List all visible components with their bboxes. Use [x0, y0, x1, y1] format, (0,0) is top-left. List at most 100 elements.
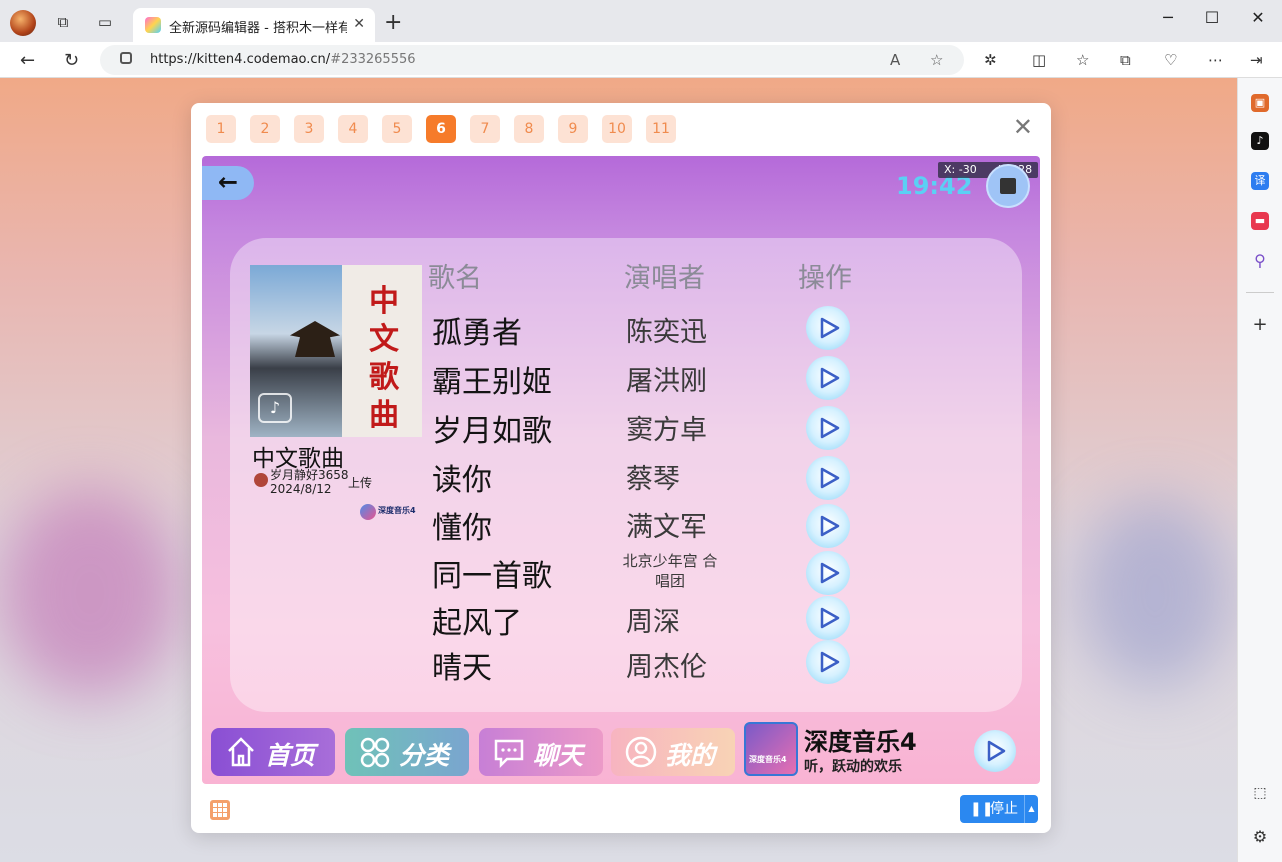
play-icon [820, 367, 840, 389]
new-tab-icon[interactable]: + [384, 10, 402, 35]
caret-up-icon[interactable]: ▲ [1024, 795, 1038, 823]
settings-button[interactable] [986, 164, 1030, 208]
nav-category[interactable]: 分类 [345, 728, 469, 776]
nav-chat[interactable]: 聊天 [479, 728, 603, 776]
play-button[interactable] [806, 306, 850, 350]
play-icon [820, 317, 840, 339]
header-action: 操作 [798, 263, 852, 294]
lock-icon[interactable] [120, 52, 132, 64]
music-note-icon: ♪ [258, 393, 292, 423]
screenshot-icon[interactable]: ⬚ [1251, 784, 1269, 802]
search-icon[interactable]: ⚲ [1251, 252, 1269, 270]
profile-icon[interactable] [10, 10, 36, 36]
grid-icon[interactable] [210, 800, 230, 820]
chat-icon [494, 739, 524, 769]
album-cover: 中文歌曲 ♪ [250, 265, 422, 437]
more-icon[interactable]: ⋯ [1208, 51, 1223, 69]
pagoda-image [290, 321, 340, 357]
refresh-icon[interactable]: ↻ [64, 50, 79, 71]
cover-text: 中文歌曲 [369, 284, 399, 433]
uploader-name: 岁月静好3658 [270, 468, 349, 482]
sidebar-divider [1246, 292, 1274, 293]
play-button[interactable] [806, 504, 850, 548]
home-icon [228, 737, 254, 767]
sidebar-toggle-icon[interactable]: ⇥ [1250, 51, 1263, 69]
player-cover[interactable]: 深度音乐4 [744, 722, 798, 776]
user-icon [625, 736, 657, 768]
favorites-icon[interactable]: ☆ [1076, 51, 1089, 69]
upload-label: 上传 [348, 476, 373, 490]
upload-date: 2024/8/12 [270, 482, 332, 496]
nav-home-label: 首页 [265, 741, 316, 770]
song-artist: 满文军 [626, 512, 707, 543]
collections-icon[interactable]: ⧉ [1120, 51, 1131, 69]
screen-tab-4[interactable]: 4 [338, 115, 368, 143]
back-icon[interactable]: ← [20, 50, 35, 71]
toolbox-icon[interactable]: ▣ [1251, 94, 1269, 112]
stop-button[interactable]: ❚❚ 停止 ▲ [960, 795, 1038, 823]
stop-label: 停止 [990, 801, 1018, 817]
song-artist: 北京少年宫 合唱团 [622, 552, 718, 590]
extensions-icon[interactable]: ✲ [984, 51, 997, 69]
stage[interactable]: ← 19:42 X: -30Y: 328 中文歌曲 ♪ 中文歌曲 岁月静好365… [202, 156, 1040, 784]
screen-tab-3[interactable]: 3 [294, 115, 324, 143]
screen-tab-9[interactable]: 9 [558, 115, 588, 143]
tab-actions-icon[interactable]: ▭ [96, 13, 114, 31]
song-title: 懂你 [432, 511, 492, 546]
translate-icon[interactable]: 译 [1251, 172, 1269, 190]
screen-tab-6[interactable]: 6 [426, 115, 456, 143]
codemao-icon [145, 17, 161, 33]
nav-mine[interactable]: 我的 [611, 728, 735, 776]
screen-tab-7[interactable]: 7 [470, 115, 500, 143]
header-artist: 演唱者 [624, 263, 705, 294]
address-row: ← ↻ https://kitten4.codemao.cn/#23326555… [0, 42, 1282, 78]
background-blur [0, 488, 180, 698]
song-title: 起风了 [432, 606, 522, 641]
app-icon[interactable]: ▬ [1251, 212, 1269, 230]
play-button[interactable] [806, 640, 850, 684]
song-artist: 陈奕迅 [626, 317, 707, 348]
song-artist: 窦方卓 [626, 415, 707, 446]
close-icon[interactable]: ✕ [1013, 113, 1033, 141]
settings-icon[interactable]: ⚙ [1251, 828, 1269, 846]
close-tab-icon[interactable]: ✕ [353, 16, 365, 32]
play-button[interactable] [806, 596, 850, 640]
screen-tab-2[interactable]: 2 [250, 115, 280, 143]
screen-tab-8[interactable]: 8 [514, 115, 544, 143]
song-title: 晴天 [432, 651, 492, 686]
add-icon[interactable]: + [1251, 316, 1269, 334]
performance-icon[interactable]: ♡ [1164, 51, 1177, 69]
tiktok-icon[interactable]: ♪ [1251, 132, 1269, 150]
maximize-icon[interactable]: ☐ [1200, 8, 1224, 28]
browser-tab[interactable]: 全新源码编辑器 - 搭积木一样有趣 ✕ [133, 8, 375, 42]
brand-logo-text: 深度音乐4 [378, 506, 416, 515]
nav-home[interactable]: 首页 [211, 728, 335, 776]
address-bar[interactable]: https://kitten4.codemao.cn/#233265556 A … [100, 45, 964, 75]
url-text[interactable]: https://kitten4.codemao.cn/#233265556 [150, 52, 416, 67]
screen-tab-5[interactable]: 5 [382, 115, 412, 143]
play-button[interactable] [806, 456, 850, 500]
play-button[interactable] [806, 356, 850, 400]
nav-chat-label: 聊天 [533, 741, 584, 770]
close-window-icon[interactable]: ✕ [1246, 8, 1270, 28]
player-play-button[interactable] [974, 730, 1016, 772]
split-screen-icon[interactable]: ◫ [1032, 51, 1046, 69]
browser-sidebar: ▣ ♪ 译 ▬ ⚲ + ⬚ ⚙ [1237, 78, 1282, 862]
play-icon [820, 607, 840, 629]
play-icon [820, 467, 840, 489]
read-aloud-icon[interactable]: A [890, 51, 900, 69]
play-icon [820, 562, 840, 584]
favorite-icon[interactable]: ☆ [930, 51, 943, 69]
player-title: 深度音乐4 [804, 728, 917, 756]
minimize-icon[interactable]: ─ [1156, 8, 1180, 28]
workspaces-icon[interactable]: ⧉ [54, 13, 72, 31]
play-button[interactable] [806, 551, 850, 595]
screen-tab-11[interactable]: 11 [646, 115, 676, 143]
nav-category-label: 分类 [399, 741, 450, 770]
screen-tab-10[interactable]: 10 [602, 115, 632, 143]
cover-title-panel: 中文歌曲 [342, 265, 422, 437]
back-button[interactable]: ← [202, 166, 254, 200]
song-title: 孤勇者 [432, 316, 522, 351]
play-button[interactable] [806, 406, 850, 450]
screen-tab-1[interactable]: 1 [206, 115, 236, 143]
